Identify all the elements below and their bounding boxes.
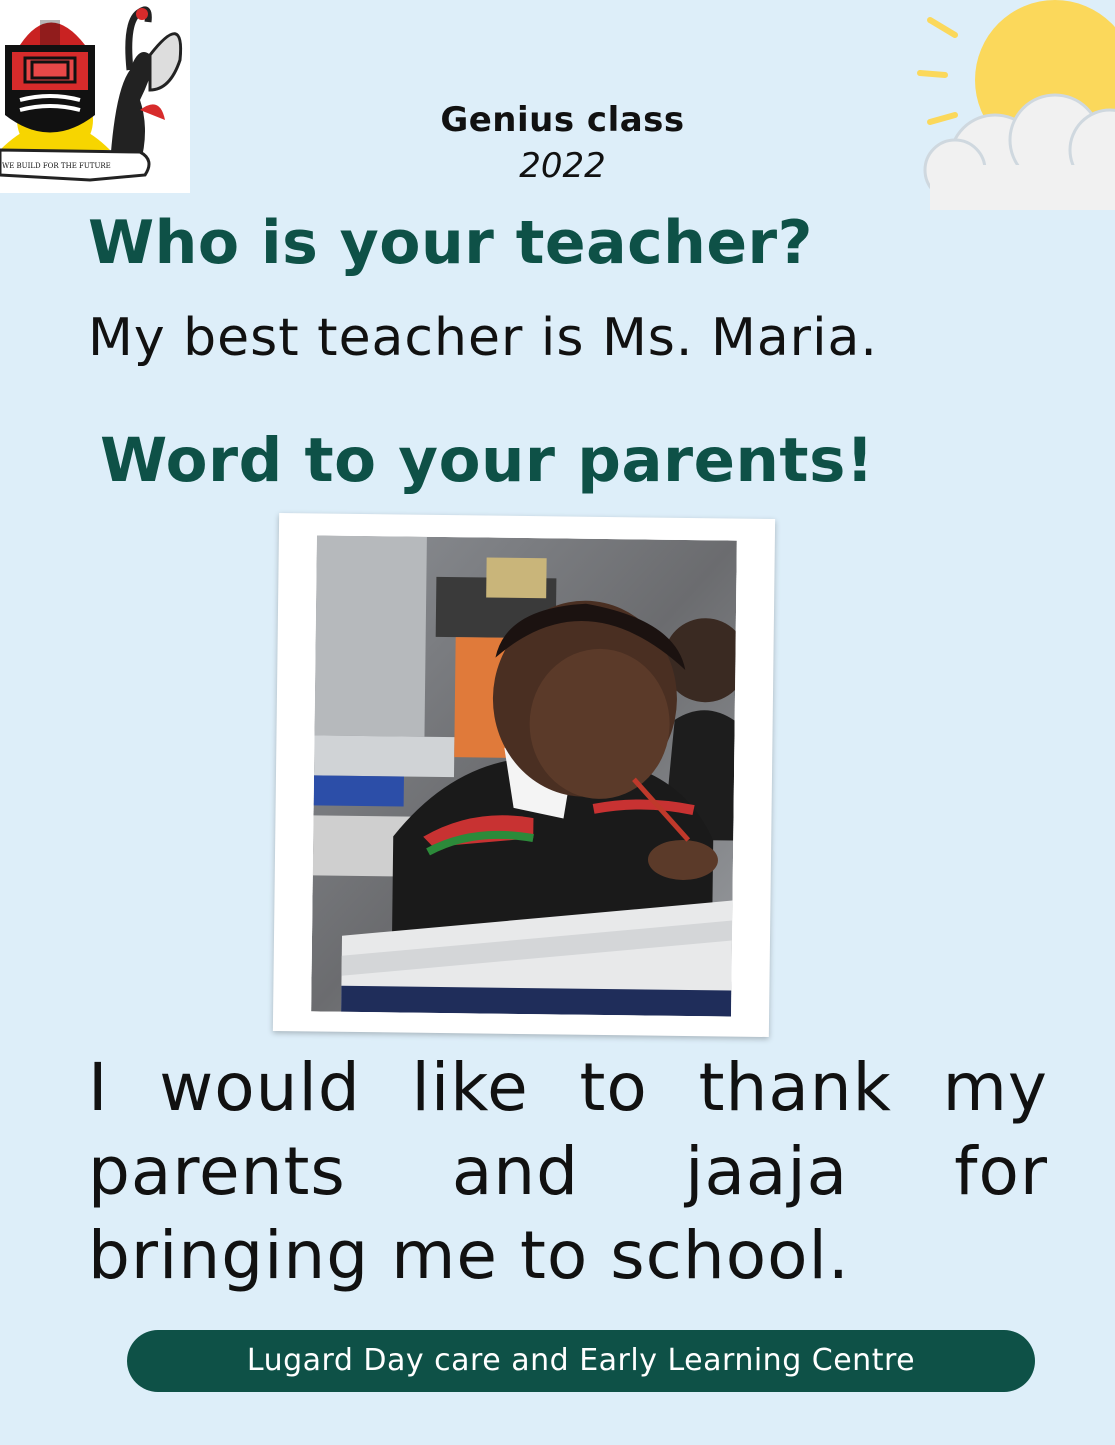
class-year: 2022 xyxy=(519,146,606,186)
parents-message: I would like to thank my parents and jaa… xyxy=(88,1049,1048,1294)
class-title: Genius class xyxy=(440,100,685,140)
student-writing-photo xyxy=(311,535,737,1017)
student-photo-frame xyxy=(272,512,776,1038)
teacher-question: Who is your teacher? xyxy=(88,208,813,278)
parents-heading: Word to your parents! xyxy=(100,425,875,496)
teacher-answer: My best teacher is Ms. Maria. xyxy=(88,308,878,368)
centre-name-banner: Lugard Day care and Early Learning Centr… xyxy=(127,1330,1035,1392)
student-photo xyxy=(311,535,737,1017)
